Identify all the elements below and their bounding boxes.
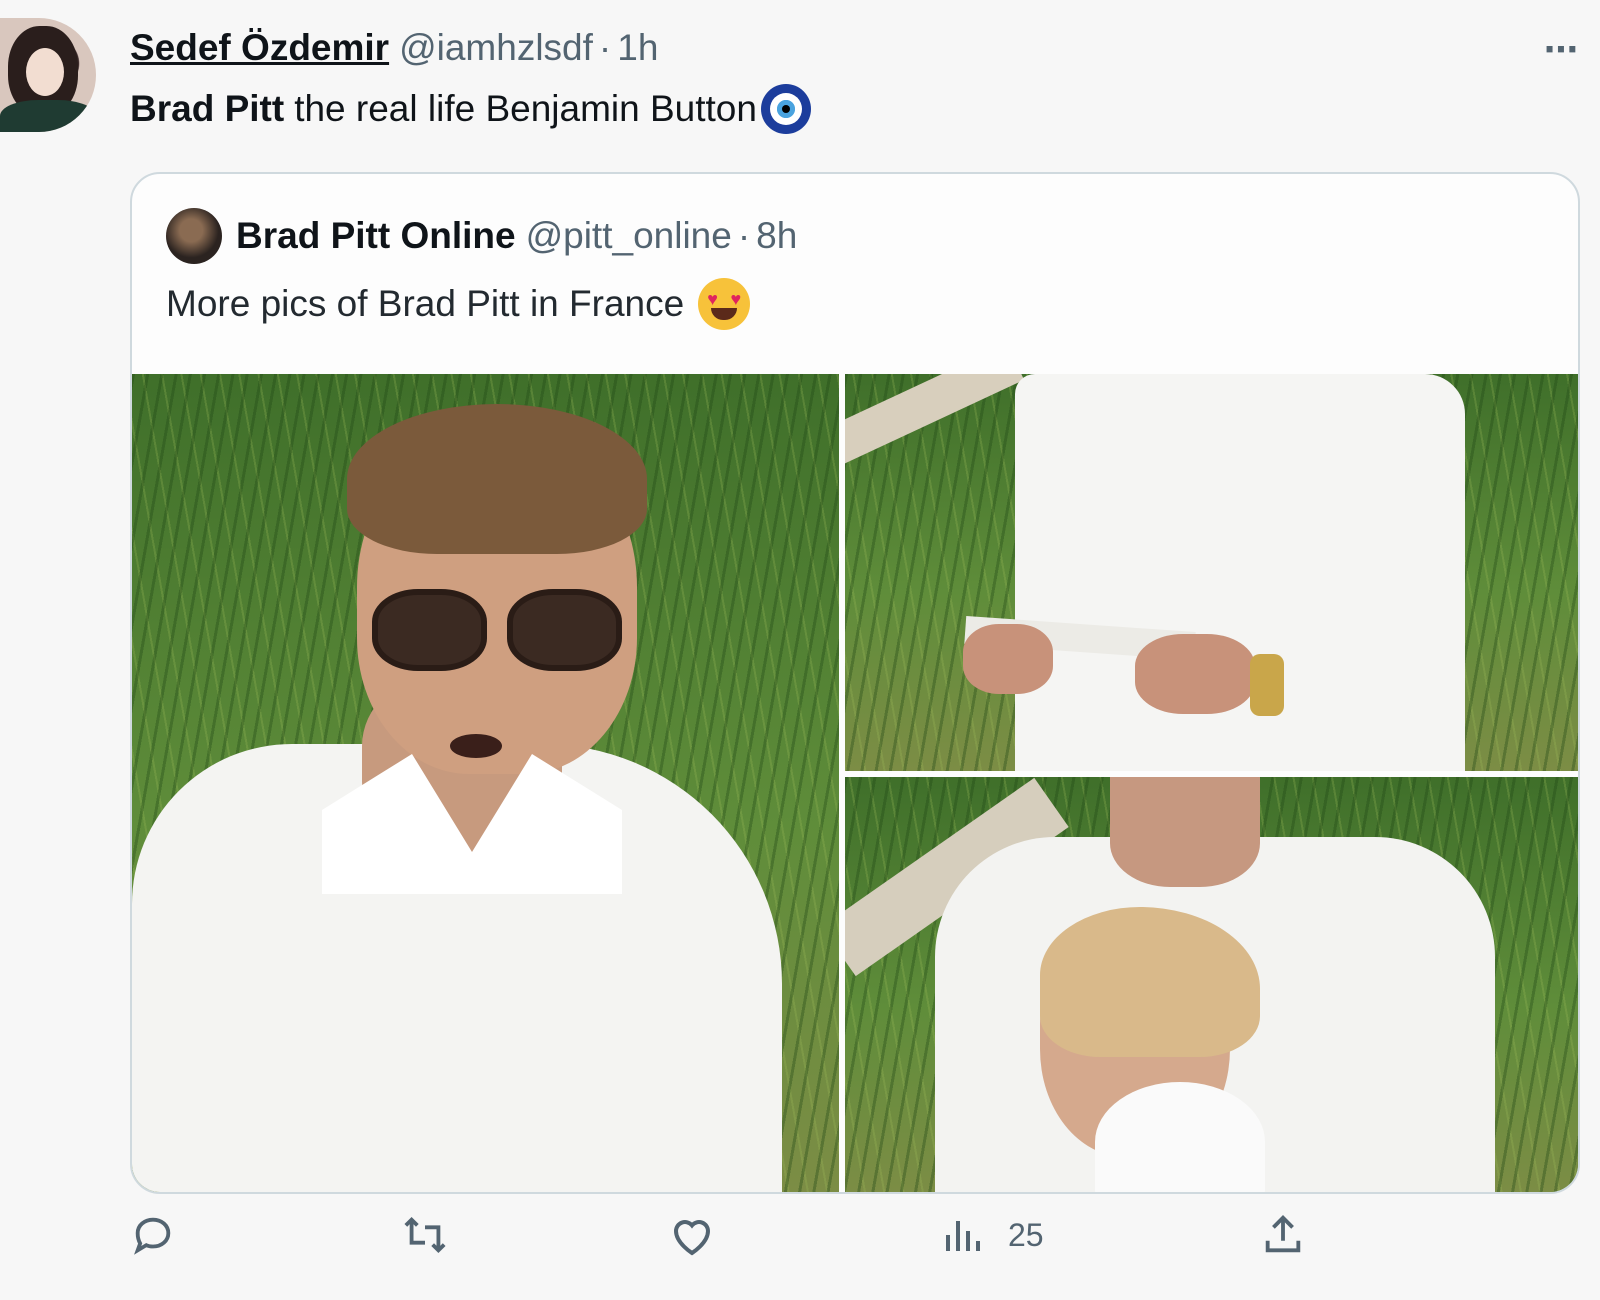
retweet-icon[interactable]: [400, 1205, 450, 1265]
heart-eyes-icon: ♥ ♥: [698, 278, 751, 330]
tweet-text: Brad Pitt the real life Benjamin Button: [130, 84, 811, 134]
author-handle[interactable]: @iamhzlsdf: [399, 27, 593, 69]
share-icon[interactable]: [1260, 1205, 1306, 1265]
reply-icon[interactable]: [130, 1205, 176, 1265]
nazar-amulet-icon: [760, 84, 811, 134]
views-icon: [946, 1221, 980, 1251]
author-avatar[interactable]: [0, 18, 96, 132]
like-icon[interactable]: [668, 1205, 716, 1265]
more-options-icon[interactable]: ⋯: [1544, 30, 1580, 70]
quoted-tweet[interactable]: Brad Pitt Online @pitt_online · 8h More …: [130, 172, 1580, 1194]
tweet-actions: 25: [130, 1205, 1330, 1265]
views-count: 25: [1008, 1216, 1044, 1253]
quoted-author-avatar[interactable]: [166, 208, 222, 264]
tweet-text-bold: Brad Pitt: [130, 88, 285, 129]
avatar-face: [26, 48, 64, 96]
photo-reading-paper[interactable]: [845, 374, 1578, 771]
views-button[interactable]: 25: [942, 1205, 1044, 1265]
tweet-text-rest: the real life Benjamin Button: [294, 88, 757, 129]
separator-dot: ·: [737, 215, 751, 256]
separator-dot: ·: [598, 27, 612, 68]
quoted-author-name[interactable]: Brad Pitt Online: [236, 215, 516, 257]
avatar-shirt: [0, 100, 96, 132]
photo-portrait-sunglasses[interactable]: [132, 374, 839, 1192]
quoted-text-content: More pics of Brad Pitt in France: [166, 283, 685, 324]
photo-with-woman[interactable]: [845, 777, 1578, 1192]
tweet-time[interactable]: 1h: [617, 27, 658, 69]
tweet-header: Sedef Özdemir @iamhzlsdf · 1h: [130, 24, 1580, 72]
quoted-time[interactable]: 8h: [756, 215, 797, 257]
quoted-text: More pics of Brad Pitt in France ♥ ♥: [166, 278, 751, 330]
photo-grid: [132, 374, 1578, 1192]
quoted-author-handle[interactable]: @pitt_online: [526, 215, 732, 257]
author-name[interactable]: Sedef Özdemir: [130, 27, 389, 69]
quoted-header: Brad Pitt Online @pitt_online · 8h: [166, 208, 797, 264]
